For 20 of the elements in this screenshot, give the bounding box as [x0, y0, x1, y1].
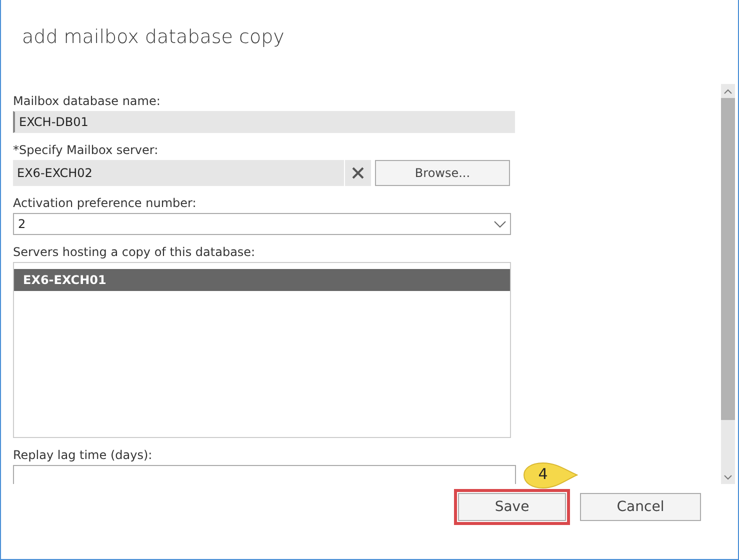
- dialog-button[interactable]: Save: [458, 493, 566, 521]
- preference-dropdown[interactable]: 2: [13, 213, 511, 235]
- server-field[interactable]: EX6-EXCH02: [13, 160, 371, 186]
- chevron-down-icon[interactable]: [494, 220, 506, 228]
- scrollbar[interactable]: [721, 84, 735, 484]
- field-label: Servers hosting a copy of this database:: [13, 245, 256, 260]
- field-label: Replay lag time (days):: [13, 448, 152, 463]
- list-item[interactable]: EX6-EXCH01: [14, 269, 510, 291]
- input-field[interactable]: [13, 465, 516, 484]
- chevron-up-icon[interactable]: [724, 88, 732, 94]
- step-callout: 4: [522, 461, 578, 491]
- name-field[interactable]: EXCH-DB01: [13, 111, 515, 133]
- close-icon[interactable]: [352, 167, 364, 179]
- browse-button[interactable]: Browse...: [375, 160, 510, 186]
- dialog-button[interactable]: Cancel: [580, 493, 701, 521]
- field-label: *Specify Mailbox server:: [13, 143, 158, 158]
- chevron-down-icon[interactable]: [724, 474, 732, 480]
- field-label: Mailbox database name:: [13, 94, 160, 109]
- window-title: add mailbox database copy: [22, 26, 284, 48]
- field-label: Activation preference number:: [13, 196, 196, 211]
